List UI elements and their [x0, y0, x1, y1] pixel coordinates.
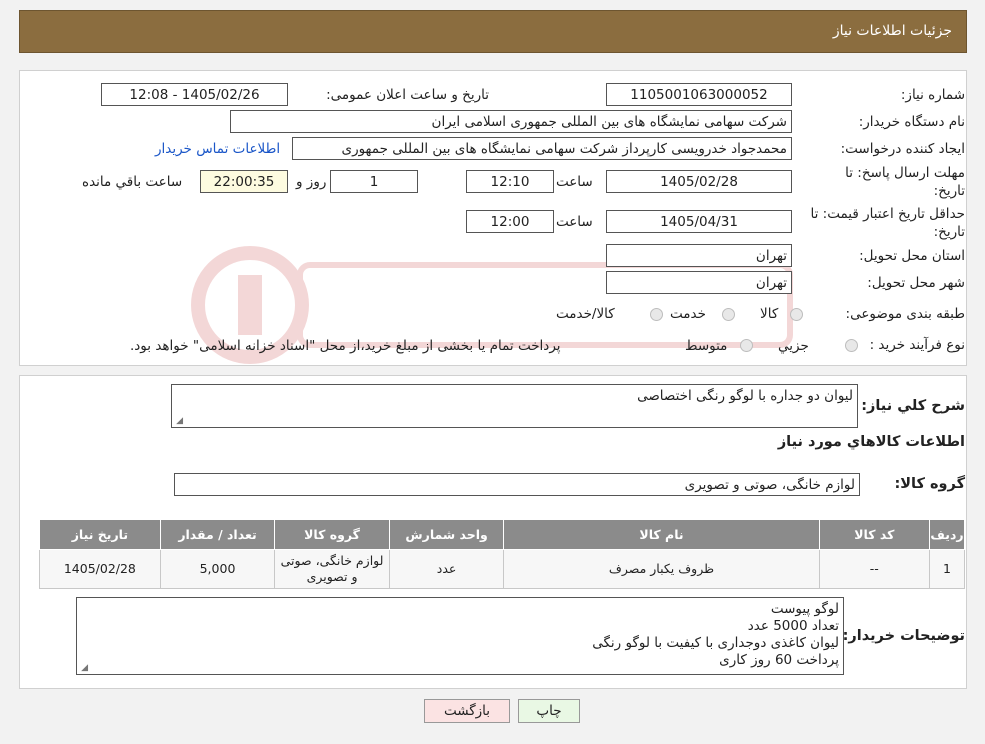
buyer-notes-textarea[interactable]: لوگو پیوست تعداد 5000 عدد لیوان کاغذی دو… [76, 597, 844, 675]
creator-label: ایجاد کننده درخواست: [840, 141, 965, 157]
buyer-field: شرکت سهامی نمایشگاه های بین المللی جمهور… [230, 110, 792, 133]
cell-qty: 5,000 [159, 549, 276, 589]
purchase-medium-label: متوسط [685, 338, 728, 354]
cell-row: 1 [929, 549, 965, 589]
days-field: 1 [330, 170, 418, 193]
goods-table: رديف کد کالا نام کالا واحد شمارش گروه کا… [39, 519, 965, 589]
deadline-time-label: ساعت [556, 174, 593, 190]
validity-date-field: 1405/04/31 [606, 210, 792, 233]
goods-group-label: گروه کالا: [894, 476, 965, 492]
cell-unit: عدد [388, 549, 505, 589]
category-goods-service-radio[interactable] [650, 308, 663, 321]
description-textarea[interactable]: لیوان دو جداره با لوگو رنگی اختصاصی ◢ [171, 384, 858, 428]
category-label: طبقه بندی موضوعی: [845, 306, 965, 322]
purchase-medium-radio[interactable] [740, 339, 753, 352]
col-code: کد کالا [818, 519, 931, 550]
category-service-radio[interactable] [722, 308, 735, 321]
purchase-note: پرداخت تمام یا بخشی از مبلغ خرید،از محل … [130, 338, 561, 354]
description-text: لیوان دو جداره با لوگو رنگی اختصاصی [637, 388, 853, 404]
col-row: رديف [929, 519, 965, 550]
purchase-minor-radio[interactable] [845, 339, 858, 352]
goods-group-field: لوازم خانگی، صوتی و تصویری [174, 473, 860, 496]
print-button[interactable]: چاپ [518, 699, 580, 723]
province-field: تهران [606, 244, 792, 267]
buyer-contact-link[interactable]: اطلاعات تماس خریدار [155, 141, 280, 157]
category-goods-label: کالا [760, 306, 779, 322]
buyer-note-line: لیوان کاغذی دوجداری با کیفیت با لوگو رنگ… [592, 635, 839, 651]
deadline-label: مهلت ارسال پاسخ: تا [845, 165, 965, 181]
announce-label: تاریخ و ساعت اعلان عمومی: [326, 87, 489, 103]
col-qty: تعداد / مقدار [159, 519, 276, 550]
need-number-label: شماره نیاز: [900, 87, 965, 103]
city-field: تهران [606, 271, 792, 294]
category-goods-service-label: کالا/خدمت [556, 306, 615, 322]
cell-code: -- [818, 549, 931, 589]
col-group: گروه کالا [274, 519, 390, 550]
deadline-date-field: 1405/02/28 [606, 170, 792, 193]
validity-label: حداقل تاریخ اعتبار قیمت: تا [810, 206, 965, 222]
buyer-label: نام دستگاه خریدار: [858, 114, 965, 130]
purchase-minor-label: جزیي [778, 338, 809, 354]
goods-info-title: اطلاعات کالاهاي مورد نياز [777, 434, 965, 450]
remaining-time-field: 22:00:35 [200, 170, 288, 193]
table-row: 1 -- ظروف یکبار مصرف عدد لوازم خانگی، صو… [39, 549, 965, 589]
page-header: جزئیات اطلاعات نیاز [19, 10, 967, 53]
city-label: شهر محل تحویل: [867, 275, 965, 291]
back-button[interactable]: بازگشت [424, 699, 510, 723]
category-service-label: خدمت [670, 306, 706, 322]
buyer-note-line: لوگو پیوست [770, 601, 839, 617]
validity-time-field: 12:00 [466, 210, 554, 233]
buyer-notes-label: توضیحات خریدار: [842, 628, 965, 644]
cell-name: ظروف یکبار مصرف [503, 549, 820, 589]
resize-grip-icon[interactable]: ◢ [175, 417, 183, 426]
province-label: استان محل تحویل: [859, 248, 965, 264]
col-name: نام کالا [503, 519, 820, 550]
category-goods-radio[interactable] [790, 308, 803, 321]
days-label: روز و [296, 174, 327, 190]
deadline-label-2: تاریخ: [933, 183, 965, 199]
announce-datetime-field: 1405/02/26 - 12:08 [101, 83, 288, 106]
buyer-note-line: پرداخت 60 روز کاری [719, 652, 839, 668]
need-number-field: 1105001063000052 [606, 83, 792, 106]
deadline-time-field: 12:10 [466, 170, 554, 193]
col-date: تاريخ نياز [39, 519, 161, 550]
validity-time-label: ساعت [556, 214, 593, 230]
cell-date: 1405/02/28 [39, 549, 161, 589]
table-header-row: رديف کد کالا نام کالا واحد شمارش گروه کا… [39, 519, 965, 550]
remaining-label: ساعت باقي مانده [82, 174, 183, 190]
validity-label-2: تاریخ: [933, 224, 965, 240]
purchase-type-label: نوع فرآیند خرید : [869, 337, 965, 353]
cell-group: لوازم خانگی، صوتی و تصویری [274, 549, 390, 589]
resize-grip-icon[interactable]: ◢ [80, 664, 88, 673]
buyer-note-line: تعداد 5000 عدد [747, 618, 839, 634]
description-label: شرح کلي نياز: [861, 398, 965, 414]
col-unit: واحد شمارش [388, 519, 505, 550]
page-title: جزئیات اطلاعات نیاز [832, 23, 952, 39]
creator-field: محمدجواد خدرویسی کارپرداز شرکت سهامی نما… [292, 137, 792, 160]
